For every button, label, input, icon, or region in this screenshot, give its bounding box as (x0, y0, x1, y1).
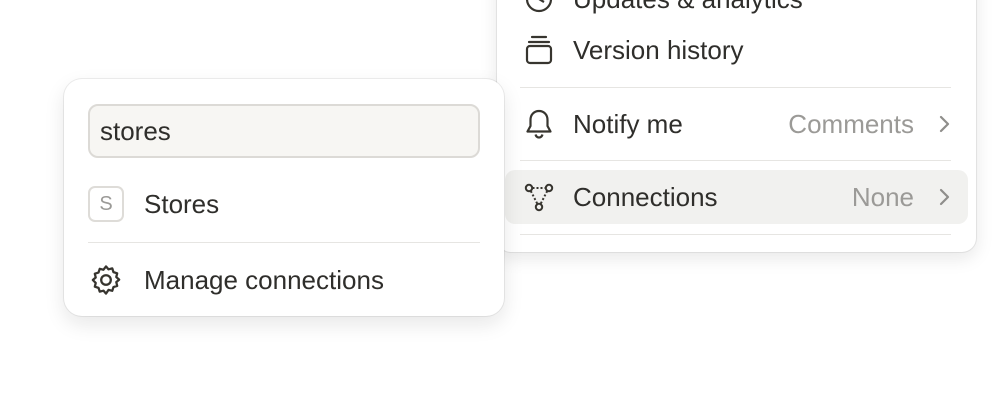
bell-icon (523, 108, 555, 140)
connections-popup: S Stores Manage connections (64, 79, 504, 316)
menu-divider (520, 234, 951, 235)
popup-divider (88, 242, 480, 243)
connection-result-label: Stores (144, 188, 220, 219)
menu-item-label: Version history (573, 34, 744, 65)
connections-value: None (851, 181, 914, 212)
menu-item-notify-me[interactable]: Notify me Comments (505, 97, 968, 151)
gear-icon (88, 262, 124, 298)
menu-item-version-history[interactable]: Version history (505, 23, 968, 77)
clock-icon (523, 0, 555, 15)
menu-divider (520, 160, 951, 161)
menu-divider (520, 87, 951, 88)
stack-icon (523, 34, 555, 66)
connection-search-input[interactable] (88, 104, 480, 158)
connection-badge-icon: S (88, 186, 124, 222)
connection-result-stores[interactable]: S Stores (88, 180, 480, 228)
menu-item-label: Notify me (573, 108, 683, 139)
notify-me-value: Comments (788, 108, 914, 139)
connections-icon (523, 181, 555, 213)
menu-item-label: Connections (573, 181, 718, 212)
chevron-right-icon (936, 186, 952, 208)
chevron-right-icon (936, 113, 952, 135)
menu-item-connections[interactable]: Connections None (505, 170, 968, 224)
menu-item-label: Updates & analytics (573, 0, 952, 15)
manage-connections-item[interactable]: Manage connections (88, 256, 480, 304)
page-options-menu: Updates & analytics Version history Noti… (497, 0, 976, 252)
manage-connections-label: Manage connections (144, 264, 384, 295)
